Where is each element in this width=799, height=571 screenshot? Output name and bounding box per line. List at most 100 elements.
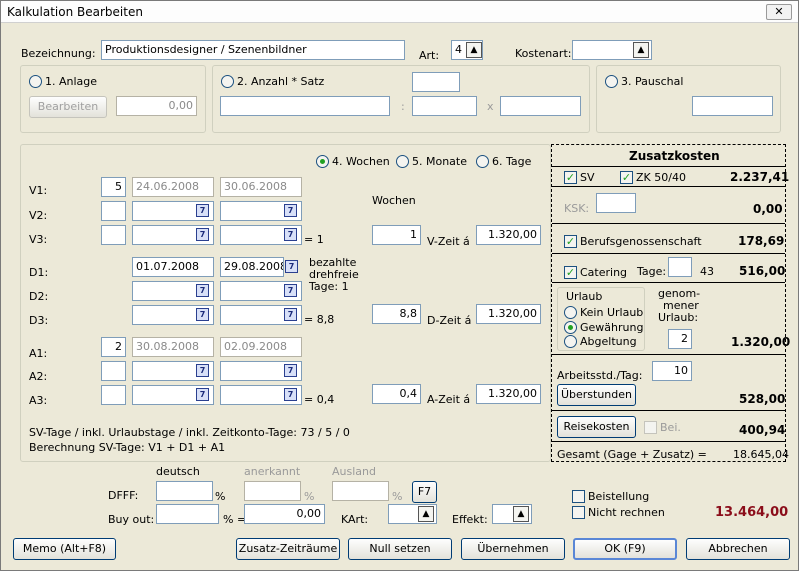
a-count-input[interactable]: 0,4	[372, 384, 421, 404]
bezeichnung-label: Bezeichnung:	[21, 47, 96, 60]
anzahl-radio[interactable]	[221, 75, 234, 88]
anlage-radio[interactable]	[29, 75, 42, 88]
v1-to-input[interactable]: 30.06.2008	[220, 177, 302, 197]
kart-up-icon[interactable]: ▲	[418, 506, 434, 522]
art-up-icon[interactable]: ▲	[466, 42, 482, 58]
dfff-ausland-input[interactable]	[332, 481, 389, 501]
dfff-pct-2: %	[304, 490, 315, 503]
a2-count-input[interactable]	[101, 361, 126, 381]
anlage-value[interactable]: 0,00	[116, 96, 197, 116]
berufsgenossenschaft-checkbox[interactable]: ✓	[564, 235, 577, 248]
v2-label: V2:	[29, 209, 48, 222]
zusatz-separator-7	[552, 410, 785, 411]
wochen-header: Wochen	[372, 194, 416, 207]
anzahl-description-input[interactable]	[220, 96, 390, 116]
pauschal-radio[interactable]	[605, 75, 618, 88]
effekt-up-icon[interactable]: ▲	[513, 506, 529, 522]
a1-count-input[interactable]: 2	[101, 337, 126, 357]
d1-to-calendar-icon[interactable]: 7	[285, 260, 298, 273]
d2-to-calendar-icon[interactable]: 7	[284, 284, 297, 297]
a2-from-calendar-icon[interactable]: 7	[196, 364, 209, 377]
v1-from-input[interactable]: 24.06.2008	[132, 177, 214, 197]
buyout-label: Buy out:	[108, 513, 155, 526]
buyout-pct-input[interactable]	[156, 504, 219, 524]
nicht-rechnen-checkbox[interactable]	[572, 506, 585, 519]
arbeitsstd-input[interactable]: 10	[652, 361, 692, 381]
gewaehrung-radio[interactable]	[564, 321, 577, 334]
v3-to-calendar-icon[interactable]: 7	[284, 228, 297, 241]
uebernehmen-button[interactable]: Übernehmen	[461, 538, 565, 560]
d3-to-calendar-icon[interactable]: 7	[284, 308, 297, 321]
d2-from-calendar-icon[interactable]: 7	[196, 284, 209, 297]
v2-to-calendar-icon[interactable]: 7	[284, 204, 297, 217]
pauschal-input[interactable]	[692, 96, 773, 116]
a3-to-calendar-icon[interactable]: 7	[284, 388, 297, 401]
satz-input[interactable]	[500, 96, 581, 116]
a3-label: A3:	[29, 394, 48, 407]
wochen-radio[interactable]	[316, 155, 329, 168]
close-button[interactable]: ✕	[766, 4, 792, 20]
a-sum: = 0,4	[304, 393, 335, 406]
catering-checkbox[interactable]: ✓	[564, 266, 577, 279]
d3-from-calendar-icon[interactable]: 7	[196, 308, 209, 321]
zk-checkbox[interactable]: ✓	[620, 171, 633, 184]
reisekosten-value: 400,94	[739, 423, 786, 437]
kein-urlaub-label: Kein Urlaub	[580, 306, 644, 319]
monate-radio[interactable]	[396, 155, 409, 168]
a1-from-input[interactable]: 30.08.2008	[132, 337, 214, 357]
zk-checkbox-label: ZK 50/40	[636, 171, 686, 184]
zusatz-zeitraeume-button[interactable]: Zusatz-Zeiträume	[236, 538, 340, 560]
kostenart-up-icon[interactable]: ▲	[633, 42, 649, 58]
v2-from-calendar-icon[interactable]: 7	[196, 204, 209, 217]
catering-tage-input[interactable]	[668, 257, 692, 277]
ueberstunden-button[interactable]: Überstunden	[557, 384, 636, 406]
ksk-input[interactable]	[596, 193, 636, 213]
zusatz-separator-1	[552, 166, 785, 167]
deutsch-label: deutsch	[156, 465, 200, 478]
v2-count-input[interactable]	[101, 201, 126, 221]
berufsgenossenschaft-label: Berufsgenossenschaft	[580, 235, 702, 248]
v3-count-input[interactable]	[101, 225, 126, 245]
azeit-rate-input[interactable]: 1.320,00	[476, 384, 541, 404]
v-count-input[interactable]: 1	[372, 225, 421, 245]
d1-from-input[interactable]: 01.07.2008	[132, 257, 214, 277]
a3-count-input[interactable]	[101, 385, 126, 405]
d-count-input[interactable]: 8,8	[372, 304, 421, 324]
dzeit-rate-input[interactable]: 1.320,00	[476, 304, 541, 324]
d1-label: D1:	[29, 266, 49, 279]
bezeichnung-input[interactable]: Produktionsdesigner / Szenenbildner	[101, 40, 405, 60]
nicht-rechnen-label: Nicht rechnen	[588, 506, 665, 519]
dfff-deutsch-input[interactable]	[156, 481, 213, 501]
d1-to-input[interactable]: 29.08.2008	[220, 257, 284, 277]
dfff-anerkannt-input[interactable]	[244, 481, 301, 501]
kein-urlaub-radio[interactable]	[564, 306, 577, 319]
buyout-value-input[interactable]: 0,00	[244, 504, 325, 524]
a1-to-input[interactable]: 02.09.2008	[220, 337, 302, 357]
abgeltung-radio[interactable]	[564, 335, 577, 348]
a2-to-calendar-icon[interactable]: 7	[284, 364, 297, 377]
beistellung-checkbox[interactable]	[572, 490, 585, 503]
bei-checkbox[interactable]	[644, 421, 657, 434]
a1-label: A1:	[29, 347, 48, 360]
a3-from-calendar-icon[interactable]: 7	[196, 388, 209, 401]
anzahl-count-input[interactable]	[412, 96, 477, 116]
sv-checkbox[interactable]: ✓	[564, 171, 577, 184]
d2-label: D2:	[29, 290, 49, 303]
f7-button[interactable]: F7	[412, 481, 437, 503]
anlage-label: 1. Anlage	[45, 75, 98, 88]
v3-from-calendar-icon[interactable]: 7	[196, 228, 209, 241]
reisekosten-button[interactable]: Reisekosten	[557, 416, 636, 438]
bearbeiten-button[interactable]: Bearbeiten	[29, 96, 107, 118]
memo-button[interactable]: Memo (Alt+F8)	[13, 538, 116, 560]
berufsgenossenschaft-value: 178,69	[738, 234, 785, 248]
pauschal-label: 3. Pauschal	[621, 75, 684, 88]
tage-radio-label: 6. Tage	[492, 155, 532, 168]
ok-button[interactable]: OK (F9)	[573, 538, 677, 560]
null-setzen-button[interactable]: Null setzen	[348, 538, 452, 560]
abbrechen-button[interactable]: Abbrechen	[686, 538, 790, 560]
tage-radio[interactable]	[476, 155, 489, 168]
vzeit-rate-input[interactable]: 1.320,00	[476, 225, 541, 245]
anzahl-small-input[interactable]	[412, 72, 460, 92]
v1-count-input[interactable]: 5	[101, 177, 126, 197]
genommener-urlaub-input[interactable]: 2	[668, 329, 692, 349]
